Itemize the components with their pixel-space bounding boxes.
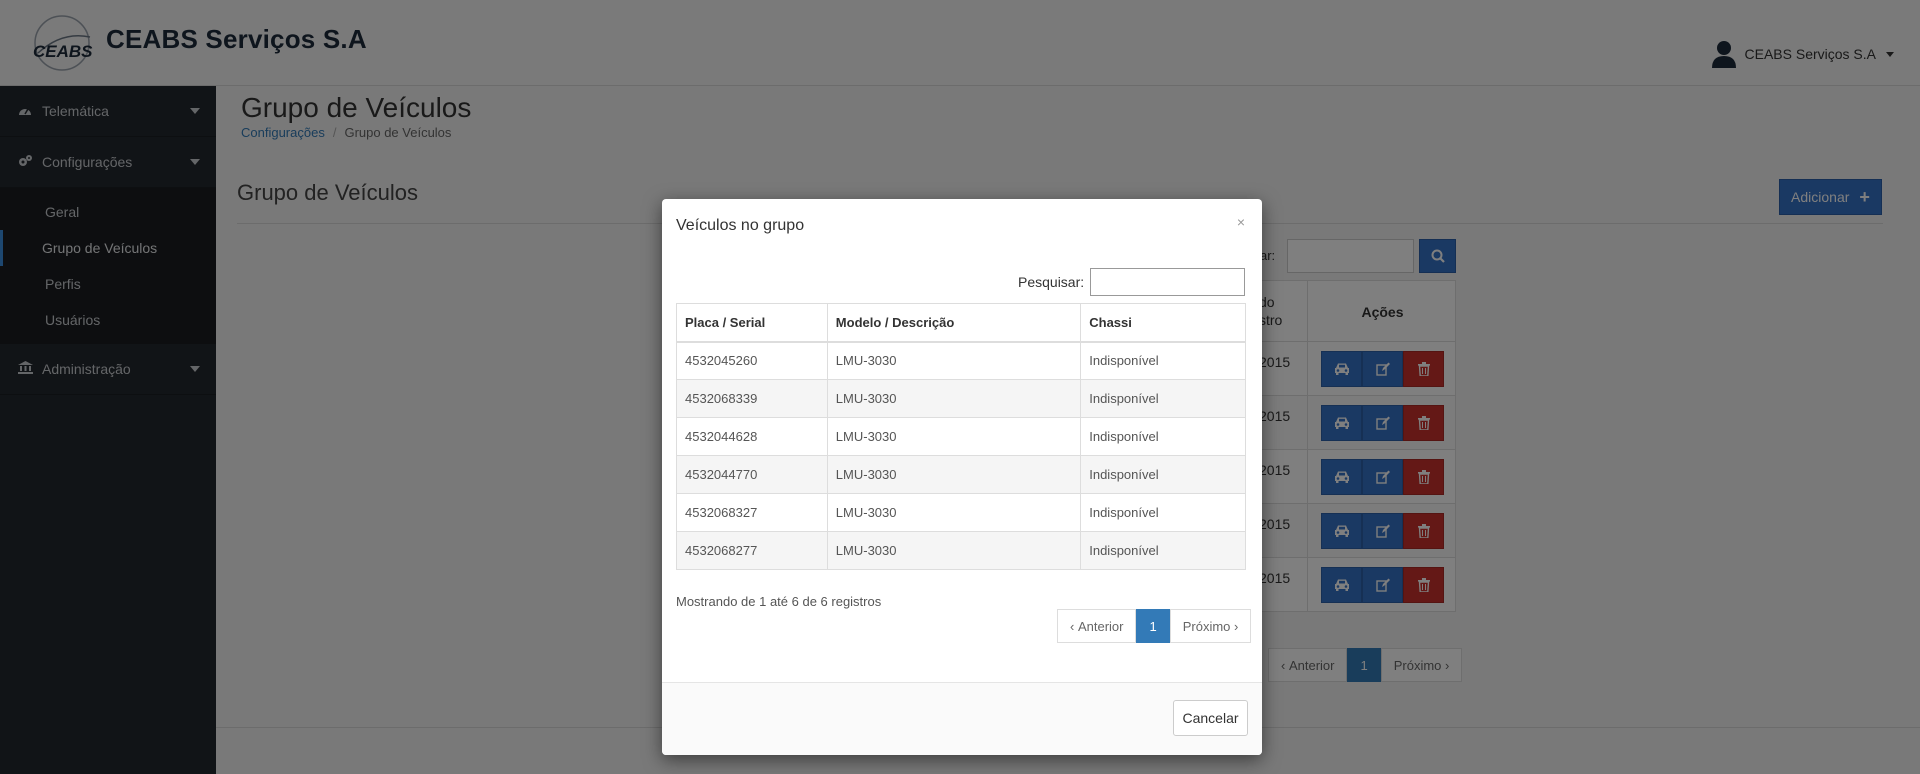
- modelo-cell: LMU-3030: [826, 417, 1082, 456]
- chassi-cell: Indisponível: [1080, 455, 1246, 494]
- column-header-modelo[interactable]: Modelo / Descrição: [826, 303, 1082, 343]
- modelo-cell: LMU-3030: [826, 493, 1082, 532]
- chassi-cell: Indisponível: [1080, 493, 1246, 532]
- table-row: 4532068327 LMU-3030 Indisponível: [676, 493, 1246, 532]
- modal-search-input[interactable]: [1090, 268, 1245, 296]
- modal-title: Veículos no grupo: [676, 217, 805, 234]
- modelo-cell: LMU-3030: [826, 455, 1082, 494]
- pagination-page-1[interactable]: 1: [1136, 609, 1170, 643]
- table-header-row: Placa / Serial Modelo / Descrição Chassi: [676, 303, 1246, 343]
- chassi-cell: Indisponível: [1080, 417, 1246, 456]
- modal-footer: Cancelar: [662, 682, 1262, 755]
- placa-cell: 4532045260: [676, 341, 828, 380]
- placa-cell: 4532044628: [676, 417, 828, 456]
- modelo-cell: LMU-3030: [826, 379, 1082, 418]
- pagination-next[interactable]: Próximo ›: [1169, 609, 1252, 643]
- column-header-chassi[interactable]: Chassi: [1080, 303, 1246, 343]
- placa-cell: 4532044770: [676, 455, 828, 494]
- close-icon[interactable]: ×: [1237, 215, 1245, 229]
- chassi-cell: Indisponível: [1080, 379, 1246, 418]
- placa-cell: 4532068277: [676, 531, 828, 570]
- modal-search-label: Pesquisar:: [1018, 274, 1085, 290]
- modelo-cell: LMU-3030: [826, 341, 1082, 380]
- table-row: 4532044770 LMU-3030 Indisponível: [676, 455, 1246, 494]
- pagination-prev[interactable]: ‹ Anterior: [1057, 609, 1137, 643]
- modelo-cell: LMU-3030: [826, 531, 1082, 570]
- placa-cell: 4532068339: [676, 379, 828, 418]
- table-row: 4532044628 LMU-3030 Indisponível: [676, 417, 1246, 456]
- chassi-cell: Indisponível: [1080, 341, 1246, 380]
- table-info: Mostrando de 1 até 6 de 6 registros: [676, 594, 882, 609]
- vehicles-in-group-modal: Veículos no grupo × Pesquisar: Placa / S…: [662, 199, 1262, 755]
- chassi-cell: Indisponível: [1080, 531, 1246, 570]
- vehicles-table: Placa / Serial Modelo / Descrição Chassi…: [676, 303, 1246, 570]
- cancel-button[interactable]: Cancelar: [1173, 700, 1248, 736]
- column-header-placa[interactable]: Placa / Serial: [676, 303, 828, 343]
- modal-pagination: ‹ Anterior 1 Próximo ›: [1057, 609, 1252, 643]
- table-row: 4532068339 LMU-3030 Indisponível: [676, 379, 1246, 418]
- placa-cell: 4532068327: [676, 493, 828, 532]
- table-row: 4532045260 LMU-3030 Indisponível: [676, 341, 1246, 380]
- table-row: 4532068277 LMU-3030 Indisponível: [676, 531, 1246, 570]
